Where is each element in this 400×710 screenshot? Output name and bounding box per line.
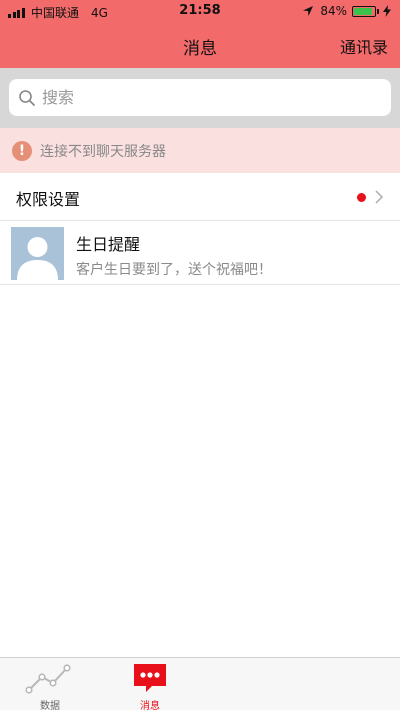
unread-dot (357, 193, 366, 202)
permissions-row[interactable]: 权限设置 (0, 173, 400, 221)
list-item[interactable]: 生日提醒 客户生日要到了，送个祝福吧！ (0, 221, 400, 285)
chevron-right-icon (375, 190, 384, 204)
tab-messages-label: 消息 (140, 701, 160, 710)
location-icon (303, 6, 314, 16)
contacts-button[interactable]: 通讯录 (340, 34, 388, 58)
battery-tip (377, 8, 379, 14)
connection-warning: ! 连接不到聊天服务器 (0, 128, 400, 173)
tab-messages[interactable]: 消息 (120, 658, 180, 710)
charging-icon (383, 5, 391, 17)
alert-icon: ! (12, 140, 32, 161)
nav-bar: 消息 通讯录 (0, 24, 400, 68)
chat-bubble-icon (134, 664, 166, 692)
status-right: 84% (302, 4, 392, 18)
avatar (11, 227, 64, 280)
tab-data[interactable]: 数据 (20, 658, 80, 710)
search-box[interactable] (9, 79, 391, 116)
battery-icon (352, 5, 376, 17)
user-silhouette-icon (17, 237, 58, 280)
search-input[interactable] (42, 88, 362, 107)
message-subtitle: 客户生日要到了，送个祝福吧！ (76, 262, 272, 278)
battery-percent: 84% (320, 4, 347, 18)
message-title: 生日提醒 (76, 235, 141, 254)
tab-data-label: 数据 (40, 701, 60, 710)
permissions-label: 权限设置 (16, 190, 81, 209)
warning-text: 连接不到聊天服务器 (40, 143, 166, 160)
line-chart-icon (25, 664, 71, 694)
search-area (0, 68, 400, 128)
header: 中国联通 4G 21:58 84% 消息 通讯录 (0, 0, 400, 68)
search-icon (19, 89, 35, 106)
status-bar: 中国联通 4G 21:58 84% (0, 0, 400, 24)
tab-bar: 数据 消息 (0, 657, 400, 710)
